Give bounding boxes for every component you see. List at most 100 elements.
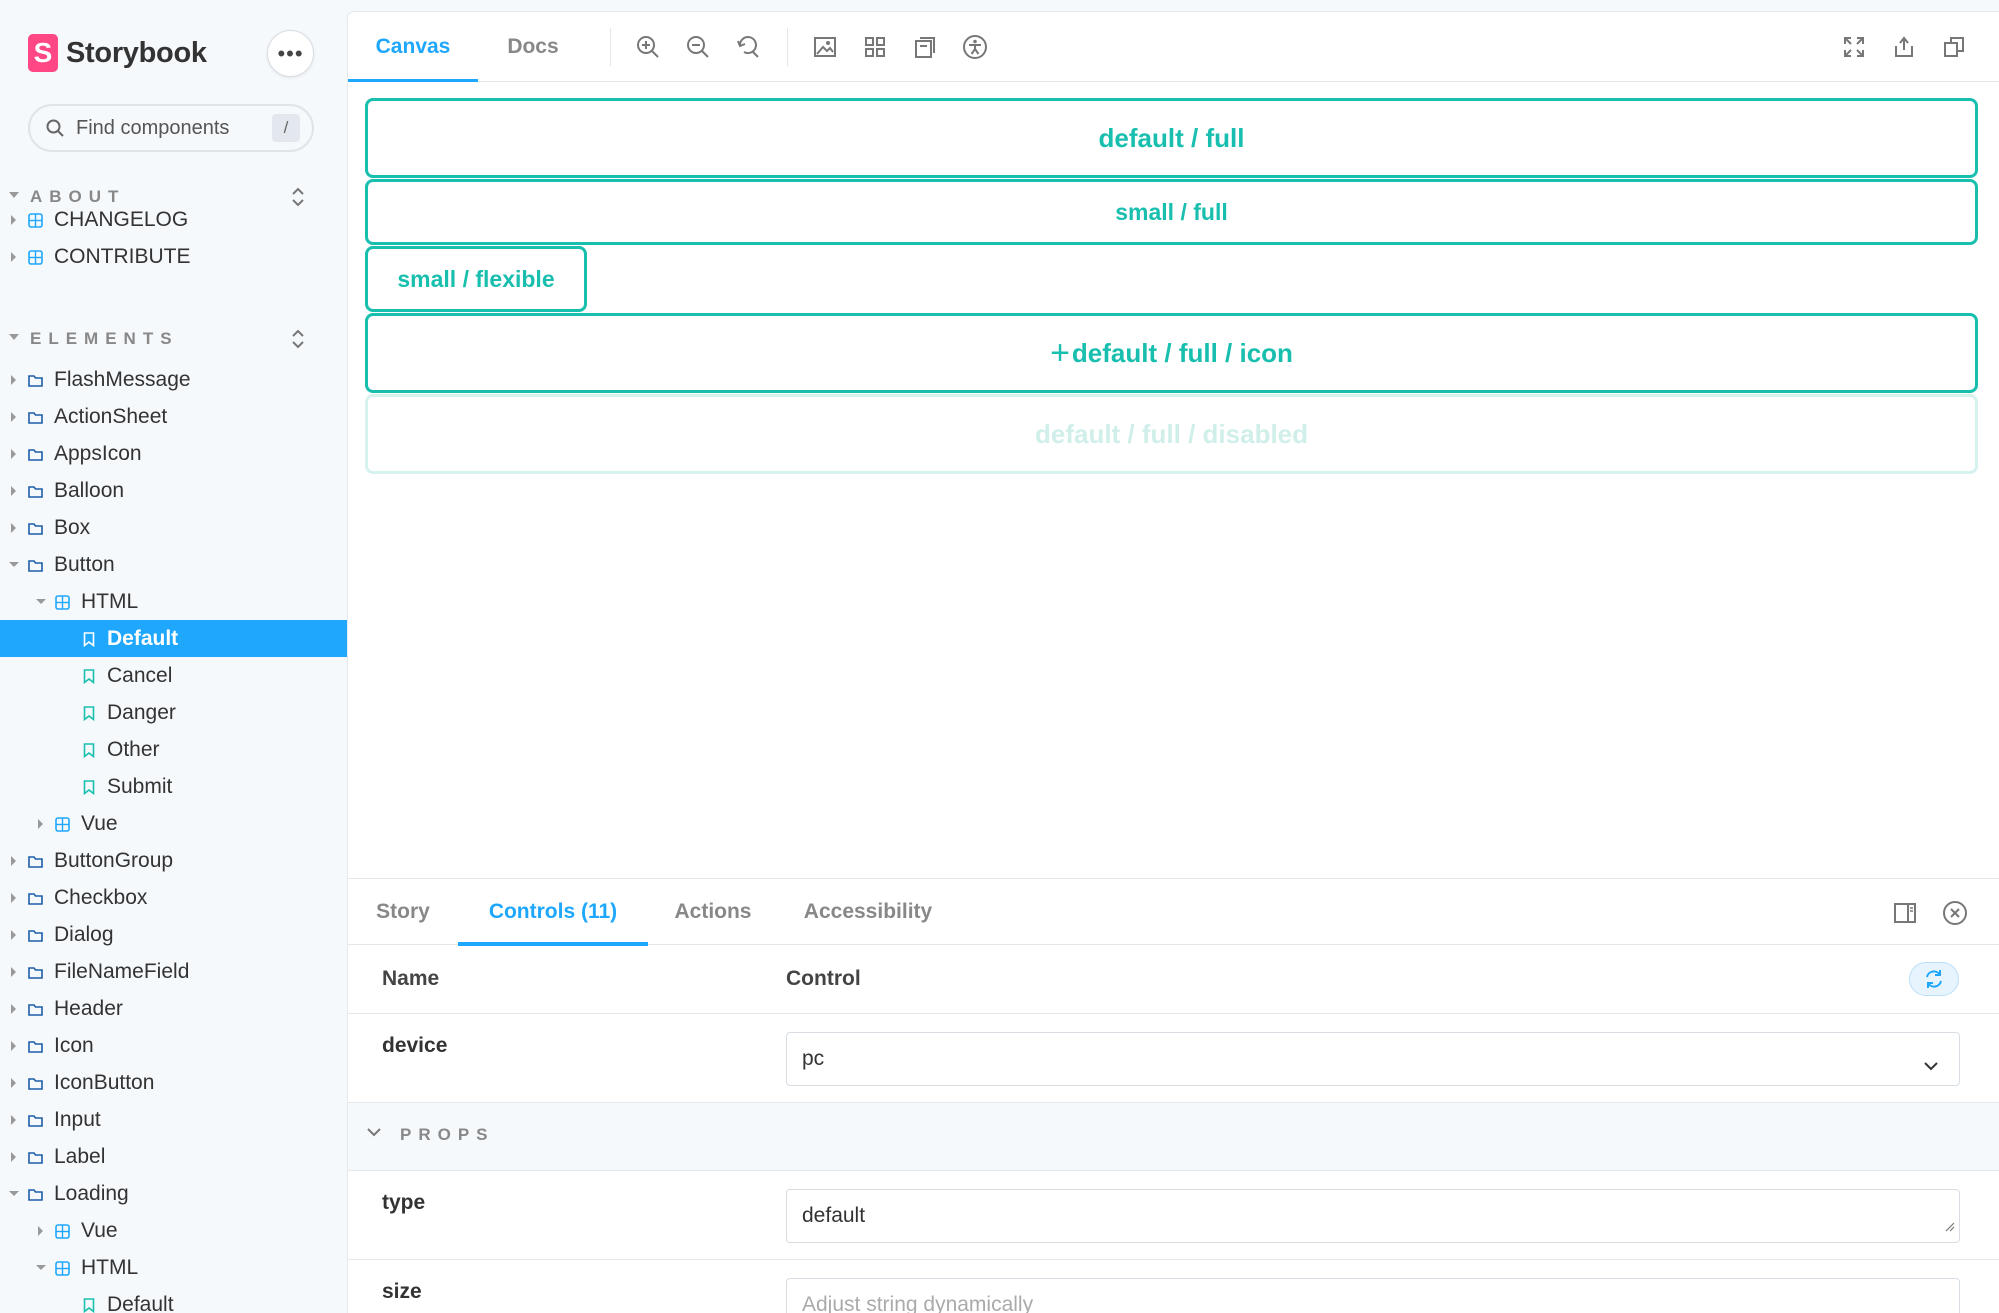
sidebar-item[interactable]: Default <box>0 1286 348 1313</box>
sidebar-item[interactable]: Cancel <box>0 657 348 694</box>
sidebar-item[interactable]: Vue <box>0 805 348 842</box>
story-button-small-full[interactable]: small / full <box>365 179 1978 245</box>
addons-tabs: Story Controls (11) Actions Accessibilit… <box>348 879 1999 946</box>
search-icon <box>46 119 64 137</box>
input-value: default <box>802 1204 866 1227</box>
story-canvas: default / full small / full small / flex… <box>348 82 1999 890</box>
tab-actions[interactable]: Actions <box>648 879 778 945</box>
sidebar-item[interactable]: HTML <box>0 583 348 620</box>
panel-orientation-icon[interactable] <box>1892 900 1918 926</box>
component-icon <box>54 594 70 610</box>
sidebar-item[interactable]: AppsIcon <box>0 435 348 472</box>
zoom-reset-icon[interactable] <box>735 34 761 60</box>
sidebar-item[interactable]: IconButton <box>0 1064 348 1101</box>
sidebar-item-label: CONTRIBUTE <box>54 244 191 268</box>
section-title: PROPS <box>400 1125 495 1144</box>
accessibility-icon[interactable] <box>962 34 988 60</box>
sidebar-item[interactable]: ActionSheet <box>0 398 348 435</box>
sidebar-item-label: Vue <box>81 811 118 835</box>
folder-icon <box>27 1001 43 1017</box>
sidebar-item[interactable]: Icon <box>0 1027 348 1064</box>
props-section-header[interactable]: PROPS <box>348 1103 1999 1171</box>
sidebar-item-label: Loading <box>54 1181 129 1205</box>
folder-icon <box>27 483 43 499</box>
share-icon[interactable] <box>1891 34 1917 60</box>
bookmark-icon <box>81 1297 97 1313</box>
search-input[interactable]: Find components / <box>28 104 314 152</box>
expand-collapse-icon[interactable] <box>288 327 308 351</box>
tab-controls[interactable]: Controls (11) <box>458 879 648 946</box>
sidebar-item-label: Label <box>54 1144 106 1168</box>
arg-name: size <box>382 1280 422 1303</box>
sidebar-item[interactable]: Balloon <box>0 472 348 509</box>
main-area: Canvas Docs default / full small / full … <box>348 12 1999 1313</box>
brand-name: Storybook <box>66 36 207 69</box>
folder-icon <box>27 1186 43 1202</box>
sidebar-item-label: Other <box>107 737 160 761</box>
more-options-button[interactable]: ••• <box>267 30 314 77</box>
tab-docs[interactable]: Docs <box>478 12 588 82</box>
brand[interactable]: S Storybook <box>28 34 207 72</box>
caret-down-icon <box>9 562 19 567</box>
size-text-input[interactable]: Adjust string dynamically <box>786 1278 1960 1313</box>
sidebar-item[interactable]: Danger <box>0 694 348 731</box>
sidebar-item[interactable]: Loading <box>0 1175 348 1212</box>
copy-link-icon[interactable] <box>1941 34 1967 60</box>
tab-accessibility[interactable]: Accessibility <box>778 879 958 945</box>
sidebar-item[interactable]: Vue <box>0 1212 348 1249</box>
close-panel-icon[interactable] <box>1942 900 1968 926</box>
device-select[interactable]: pc <box>786 1032 1960 1086</box>
refresh-icon <box>1926 970 1942 988</box>
caret-right-icon <box>38 819 43 829</box>
search-shortcut: / <box>272 114 300 142</box>
sidebar-item[interactable]: FlashMessage <box>0 361 348 398</box>
sidebar-item[interactable]: HTML <box>0 1249 348 1286</box>
bookmark-icon <box>81 705 97 721</box>
caret-right-icon <box>11 252 16 262</box>
tab-canvas[interactable]: Canvas <box>348 12 478 83</box>
sidebar-item[interactable]: ButtonGroup <box>0 842 348 879</box>
select-value: pc <box>802 1047 825 1070</box>
component-icon <box>27 249 43 265</box>
sidebar-item[interactable]: CONTRIBUTE <box>0 238 348 275</box>
grid-icon[interactable] <box>862 34 888 60</box>
search-placeholder: Find components <box>76 116 230 139</box>
caret-right-icon <box>11 1041 16 1051</box>
sidebar-item[interactable]: FileNameField <box>0 953 348 990</box>
reset-controls-button[interactable] <box>1909 962 1959 996</box>
input-placeholder: Adjust string dynamically <box>802 1293 1034 1313</box>
bookmark-icon <box>81 668 97 684</box>
fullscreen-icon[interactable] <box>1841 34 1867 60</box>
bookmark-icon <box>81 742 97 758</box>
component-icon <box>54 816 70 832</box>
zoom-in-icon[interactable] <box>635 34 661 60</box>
sidebar-item-label: Cancel <box>107 663 173 687</box>
background-icon[interactable] <box>812 34 838 60</box>
viewport-icon[interactable] <box>912 34 938 60</box>
resize-handle-icon[interactable] <box>1945 1214 1955 1238</box>
story-button-default-full-icon[interactable]: + default / full / icon <box>365 313 1978 393</box>
sidebar-item-label: FileNameField <box>54 959 190 983</box>
caret-down-icon <box>9 334 19 340</box>
sidebar-item[interactable]: Label <box>0 1138 348 1175</box>
sidebar-item-label: Header <box>54 996 123 1020</box>
sidebar-item[interactable]: Default <box>0 620 348 657</box>
story-button-small-flexible[interactable]: small / flexible <box>365 246 587 312</box>
sidebar-item[interactable]: Button <box>0 546 348 583</box>
sidebar-item[interactable]: Dialog <box>0 916 348 953</box>
caret-right-icon <box>11 523 16 533</box>
sidebar-item[interactable]: Header <box>0 990 348 1027</box>
sidebar-item[interactable]: Box <box>0 509 348 546</box>
type-text-input[interactable]: default <box>786 1189 1960 1243</box>
sidebar-item[interactable]: Input <box>0 1101 348 1138</box>
sidebar-item-label: Vue <box>81 1218 118 1242</box>
section-elements[interactable]: ELEMENTS <box>0 324 348 354</box>
story-button-default-full[interactable]: default / full <box>365 98 1978 178</box>
folder-icon <box>27 890 43 906</box>
tab-story[interactable]: Story <box>348 879 458 945</box>
sidebar-item[interactable]: Submit <box>0 768 348 805</box>
sidebar-item[interactable]: CHANGELOG <box>0 201 348 238</box>
sidebar-item[interactable]: Other <box>0 731 348 768</box>
zoom-out-icon[interactable] <box>685 34 711 60</box>
sidebar-item[interactable]: Checkbox <box>0 879 348 916</box>
